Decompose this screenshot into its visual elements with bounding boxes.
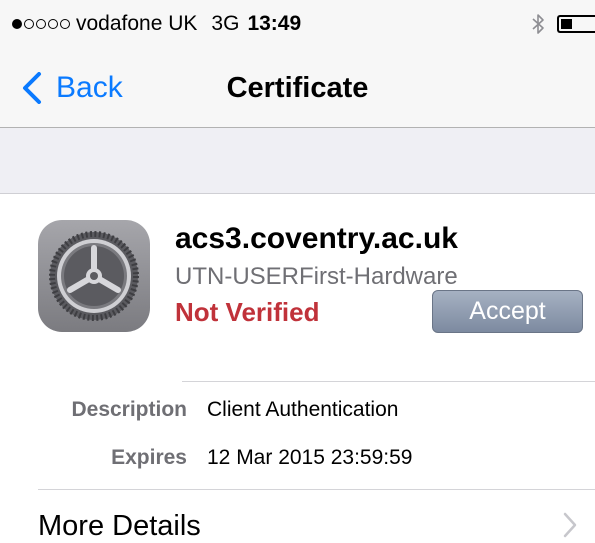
- status-bar: vodafone UK 3G 13:49: [0, 0, 595, 48]
- more-details-label: More Details: [38, 510, 201, 542]
- gear-icon: [49, 231, 139, 321]
- status-left: vodafone UK 3G 13:49: [12, 12, 301, 36]
- chevron-right-icon: [563, 512, 577, 538]
- more-details-row[interactable]: More Details: [0, 490, 595, 542]
- detail-label: Expires: [111, 446, 187, 469]
- divider: [182, 381, 595, 382]
- detail-value: 12 Mar 2015 23:59:59: [207, 446, 413, 469]
- signal-strength-icon: [12, 19, 70, 29]
- signal-dot: [12, 19, 22, 29]
- signal-dot: [60, 19, 70, 29]
- clock-time: 13:49: [247, 12, 302, 35]
- page-title: Certificate: [226, 72, 369, 104]
- navigation-bar: Back Certificate: [0, 48, 595, 128]
- bluetooth-icon: [532, 14, 544, 34]
- certificate-issuer: UTN-USERFirst-Hardware: [175, 263, 458, 290]
- signal-dot: [48, 19, 58, 29]
- settings-gear-icon: [38, 220, 150, 332]
- battery-icon: [557, 15, 595, 33]
- signal-dot: [24, 19, 34, 29]
- accept-button[interactable]: Accept: [432, 290, 583, 333]
- detail-row-description: Description Client Authentication: [0, 398, 595, 432]
- detail-label: Description: [71, 398, 187, 421]
- carrier-name: vodafone UK: [76, 12, 198, 35]
- verification-status: Not Verified: [175, 297, 320, 327]
- network-type: 3G: [211, 12, 240, 35]
- signal-dot: [36, 19, 46, 29]
- status-right: [531, 12, 595, 36]
- certificate-name: acs3.coventry.ac.uk: [175, 222, 458, 255]
- battery-level: [561, 19, 572, 29]
- header-spacer: [0, 128, 595, 194]
- detail-value: Client Authentication: [207, 398, 399, 421]
- detail-row-expires: Expires 12 Mar 2015 23:59:59: [0, 446, 595, 480]
